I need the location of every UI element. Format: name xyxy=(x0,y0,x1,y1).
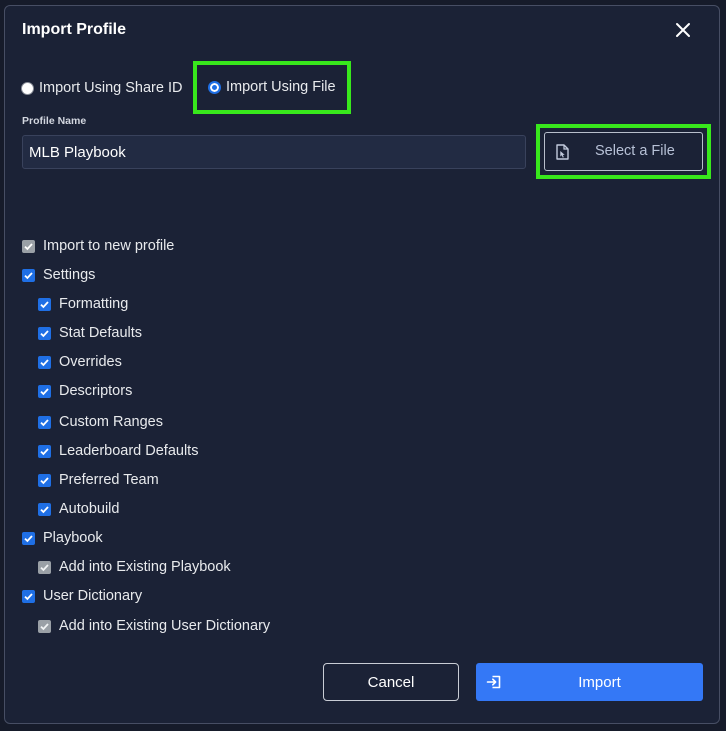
checkmark-icon xyxy=(40,505,49,513)
select-file-button[interactable]: Select a File xyxy=(544,132,703,171)
option-label: Formatting xyxy=(59,296,129,312)
checkbox[interactable] xyxy=(38,502,51,516)
checkmark-icon xyxy=(24,242,33,250)
cancel-button[interactable]: Cancel xyxy=(323,663,459,701)
checkmark-icon xyxy=(40,622,49,630)
select-file-label: Select a File xyxy=(595,143,675,159)
checkmark-icon xyxy=(40,418,49,426)
checkbox[interactable] xyxy=(38,384,51,398)
checkmark-icon xyxy=(40,563,49,571)
checkbox[interactable] xyxy=(38,473,51,487)
close-icon[interactable] xyxy=(675,22,691,38)
option-label: Autobuild xyxy=(59,501,120,517)
checkbox[interactable] xyxy=(38,444,51,458)
checkbox[interactable] xyxy=(22,589,35,603)
radio-button[interactable] xyxy=(208,80,221,94)
checkmark-icon xyxy=(24,592,33,600)
option-import-to-new-profile[interactable]: Import to new profile xyxy=(22,236,174,256)
checkbox[interactable] xyxy=(38,355,51,369)
checkbox[interactable] xyxy=(22,239,35,253)
checkmark-icon xyxy=(40,329,49,337)
radio-label: Import Using File xyxy=(226,79,336,95)
checkmark-icon xyxy=(40,447,49,455)
option-leaderboard-defaults[interactable]: Leaderboard Defaults xyxy=(38,441,198,461)
import-button-label: Import xyxy=(578,673,621,691)
option-stat-defaults[interactable]: Stat Defaults xyxy=(38,323,142,343)
checkbox[interactable] xyxy=(38,415,51,429)
profile-name-input[interactable] xyxy=(22,135,526,169)
option-label: Descriptors xyxy=(59,383,133,399)
dialog-title: Import Profile xyxy=(22,21,127,38)
option-add-into-existing-playbook[interactable]: Add into Existing Playbook xyxy=(38,557,231,577)
checkbox[interactable] xyxy=(22,268,35,282)
import-profile-dialog: Import Profile Import Using Share ID Imp… xyxy=(4,5,720,724)
checkbox[interactable] xyxy=(38,326,51,340)
option-autobuild[interactable]: Autobuild xyxy=(38,499,119,519)
option-label: Import to new profile xyxy=(43,238,175,254)
option-overrides[interactable]: Overrides xyxy=(38,352,122,372)
option-label: Add into Existing Playbook xyxy=(59,559,231,575)
checkmark-icon xyxy=(24,271,33,279)
option-label: Custom Ranges xyxy=(59,414,163,430)
option-label: User Dictionary xyxy=(43,588,143,604)
checkbox[interactable] xyxy=(22,531,35,545)
option-label: Preferred Team xyxy=(59,472,159,488)
option-add-into-existing-user-dictionary[interactable]: Add into Existing User Dictionary xyxy=(38,616,270,636)
option-label: Settings xyxy=(43,267,96,283)
option-label: Leaderboard Defaults xyxy=(59,443,199,459)
option-settings[interactable]: Settings xyxy=(22,265,95,285)
option-label: Add into Existing User Dictionary xyxy=(59,618,271,634)
option-label: Overrides xyxy=(59,354,122,370)
option-custom-ranges[interactable]: Custom Ranges xyxy=(38,412,163,432)
radio-option-share-id[interactable]: Import Using Share ID xyxy=(21,78,182,98)
option-formatting[interactable]: Formatting xyxy=(38,294,128,314)
option-user-dictionary[interactable]: User Dictionary xyxy=(22,586,142,606)
radio-option-file[interactable]: Import Using File xyxy=(208,77,336,97)
radio-label: Import Using Share ID xyxy=(39,80,183,96)
option-playbook[interactable]: Playbook xyxy=(22,528,103,548)
file-icon xyxy=(556,144,569,160)
option-preferred-team[interactable]: Preferred Team xyxy=(38,470,159,490)
checkbox[interactable] xyxy=(38,560,51,574)
checkmark-icon xyxy=(40,358,49,366)
checkmark-icon xyxy=(40,387,49,395)
option-label: Playbook xyxy=(43,530,103,546)
checkbox[interactable] xyxy=(38,619,51,633)
import-button[interactable]: Import xyxy=(476,663,703,701)
option-descriptors[interactable]: Descriptors xyxy=(38,381,132,401)
option-label: Stat Defaults xyxy=(59,325,143,341)
radio-button[interactable] xyxy=(21,81,34,95)
checkbox[interactable] xyxy=(38,297,51,311)
checkmark-icon xyxy=(40,300,49,308)
checkmark-icon xyxy=(24,534,33,542)
checkmark-icon xyxy=(40,476,49,484)
cancel-button-label: Cancel xyxy=(367,673,415,691)
profile-name-label: Profile Name xyxy=(22,115,87,127)
